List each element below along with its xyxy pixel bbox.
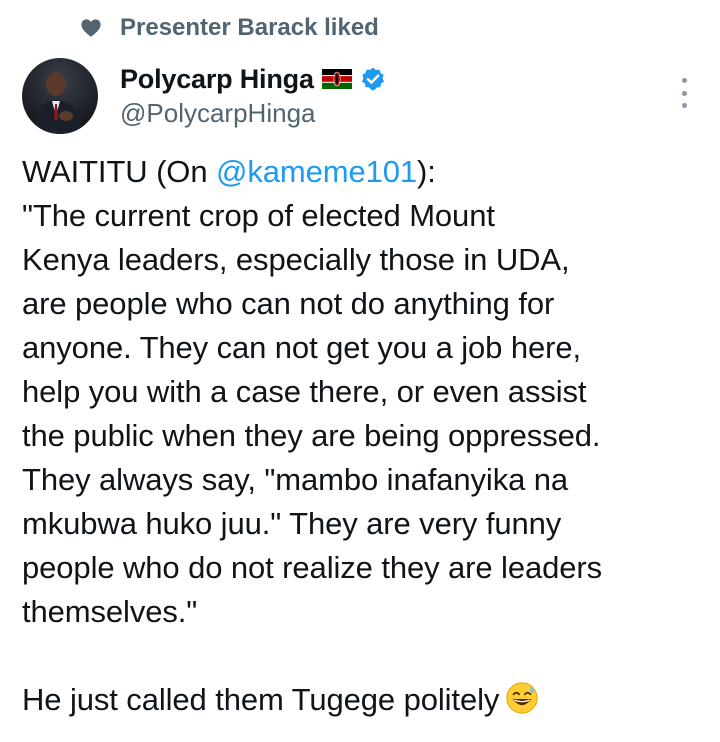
- social-context: Presenter Barack liked: [80, 14, 379, 42]
- tweet-line: help you with a case there, or even assi…: [22, 374, 587, 409]
- tweet-line-1: WAITITU (On @kameme101):: [22, 154, 436, 189]
- tweet-line: people who do not realize they are leade…: [22, 550, 603, 585]
- verified-badge-icon[interactable]: [360, 66, 386, 92]
- tweet-line: They always say, "mambo inafanyika na: [22, 462, 569, 497]
- tweet-line: Kenya leaders, especially those in UDA,: [22, 242, 570, 277]
- tweet-closing-line: He just called them Tugege politely: [22, 678, 707, 722]
- user-handle[interactable]: @PolycarpHinga: [120, 98, 386, 129]
- tweet-text: WAITITU (On @kameme101): "The current cr…: [22, 150, 707, 722]
- heart-icon: [81, 19, 101, 37]
- tweet-line: mkubwa huko juu." They are very funny: [22, 506, 562, 541]
- display-name[interactable]: Polycarp Hinga: [120, 64, 314, 95]
- tweet-line: themselves.": [22, 594, 198, 629]
- tweet-header: Polycarp Hinga @PolycarpHinga: [120, 62, 386, 129]
- kenya-flag-icon: [321, 69, 352, 89]
- tweet-line: "The current crop of elected Mount: [22, 198, 495, 233]
- grinning-sweat-emoji-icon: [506, 682, 538, 714]
- more-options-icon[interactable]: [678, 78, 690, 108]
- tweet-card[interactable]: Presenter Barack liked Polycarp Hinga @P…: [0, 0, 720, 742]
- mention-link[interactable]: @kameme101: [216, 154, 417, 189]
- social-context-text[interactable]: Presenter Barack liked: [120, 14, 379, 42]
- tweet-line: are people who can not do anything for: [22, 286, 555, 321]
- tweet-line: anyone. They can not get you a job here,: [22, 330, 581, 365]
- tweet-line: the public when they are being oppressed…: [22, 418, 601, 453]
- avatar[interactable]: [22, 58, 98, 134]
